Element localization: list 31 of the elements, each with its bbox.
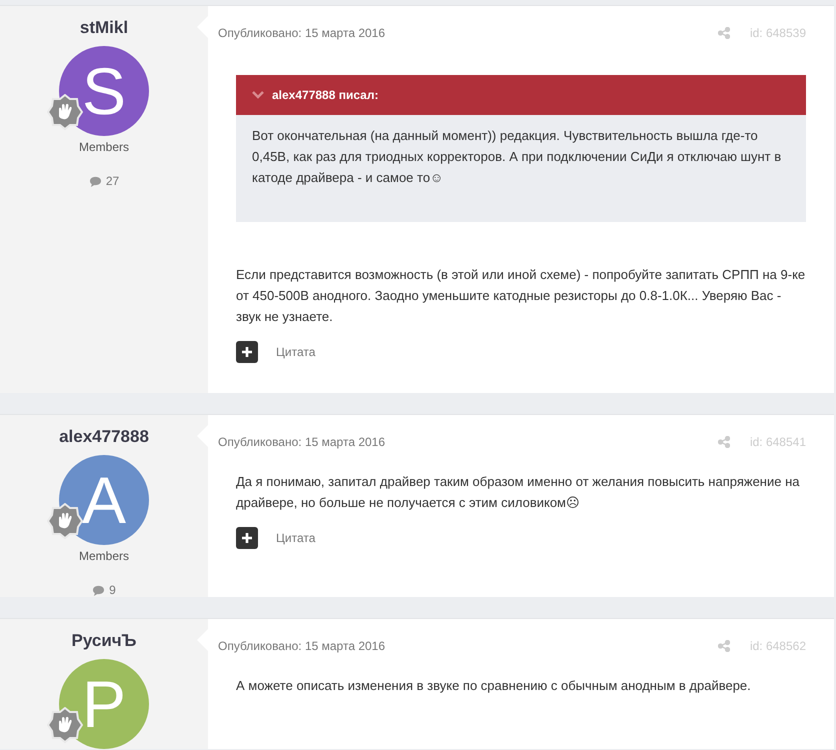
avatar[interactable]: S: [59, 46, 149, 136]
quote-text: Вот окончательная (на данный момент)) редакция. Чувствительность вышла где-то 0,45В, как раз для триодных корректоров. А при подключении СиДи я отключаю шунт в катоде драйвера - и самое то☺: [252, 127, 782, 187]
quote-link[interactable]: Цитата: [276, 531, 316, 545]
post-count: 27: [106, 174, 120, 188]
member-rank: Members: [78, 549, 129, 563]
published-date: Опубликовано: 15 марта 2016: [218, 26, 386, 40]
share-icon[interactable]: [718, 27, 730, 39]
post-text: А можете описать изменения в звуке по сравнению с обычным анодным в драйвере.: [236, 677, 752, 695]
speech-bubble-icon: [92, 584, 106, 596]
published-date: Опубликовано: 15 марта 2016: [218, 639, 386, 653]
chevron-down-icon: [252, 91, 264, 99]
post-count: 9: [109, 583, 116, 597]
author-name[interactable]: РусичЪ: [72, 631, 136, 651]
hand-badge-icon: [47, 707, 83, 743]
published-date: Опубликовано: 15 марта 2016: [218, 435, 386, 449]
author-name[interactable]: alex477888: [59, 427, 149, 447]
quote-author: alex477888 писал:: [272, 88, 378, 102]
plus-button-icon[interactable]: [236, 341, 258, 363]
hand-badge-icon: [47, 94, 83, 130]
post-text: Если представится возможность (в этой или иной схеме) - попробуйте запитать СРПП на 9-ке от 450-500В анодного. Заодно уменьшите катодные резисторы до 0.8-1.0К... Уверяю Вас - звук не узнаете.: [236, 266, 806, 326]
share-icon[interactable]: [718, 436, 730, 448]
author-name[interactable]: stMikl: [80, 18, 128, 38]
plus-button-icon[interactable]: [236, 527, 258, 549]
quote-link[interactable]: Цитата: [276, 345, 316, 359]
hand-badge-icon: [47, 503, 83, 539]
quote-header[interactable]: alex477888 писал:: [236, 75, 806, 115]
avatar[interactable]: A: [59, 455, 149, 545]
speech-bubble-icon: [88, 176, 102, 186]
share-icon[interactable]: [718, 640, 730, 652]
post-text: Да я понимаю, запитал драйвер таким образом именно от желания повысить напряжение на драйвере, но больше не получается с этим силовиком☹: [236, 473, 800, 512]
member-rank: Members: [78, 140, 129, 154]
